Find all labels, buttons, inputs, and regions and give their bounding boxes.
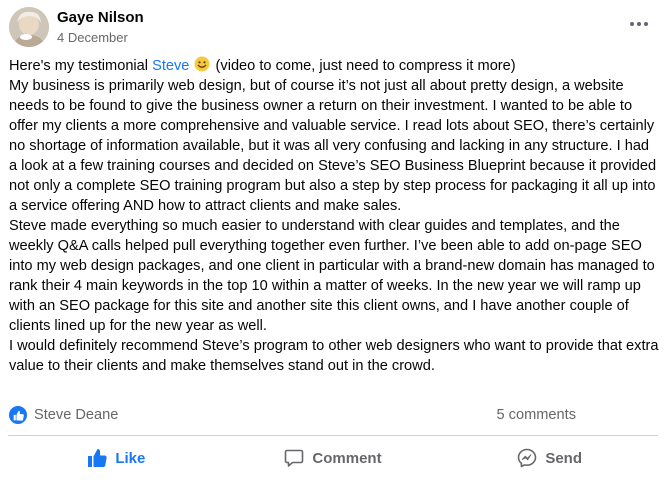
send-label: Send [545,449,583,467]
body-paragraph-2: Steve made everything so much easier to … [9,218,655,334]
reactor-name[interactable]: Steve Deane [34,407,118,423]
action-bar: Like Comment Send [8,440,658,476]
like-icon [88,449,107,467]
post-body: Here's my testimonial Steve (video to co… [9,56,661,376]
reactions-summary[interactable]: Steve Deane [9,406,118,424]
smiley-icon [194,56,210,72]
more-dots-icon [630,22,634,26]
comment-button[interactable]: Comment [225,440,442,476]
more-options-button[interactable] [628,14,650,34]
send-button[interactable]: Send [441,440,658,476]
messenger-icon [518,448,537,468]
comment-label: Comment [312,449,382,467]
comments-count[interactable]: 5 comments [497,407,576,423]
avatar[interactable] [9,7,49,47]
post-date[interactable]: 4 December [57,30,128,45]
body-paragraph-1: My business is primarily web design, but… [9,78,657,214]
thumbs-up-icon [9,406,27,424]
post-card: Gaye Nilson 4 December Here's my testimo… [0,0,667,484]
like-button[interactable]: Like [8,440,225,476]
divider [8,435,658,436]
intro-line: Here's my testimonial Steve (video to co… [9,56,516,74]
body-paragraph-3: I would definitely recommend Steve’s pro… [9,338,659,374]
comment-bubble-icon [285,449,304,467]
mention-link[interactable]: Steve [152,58,189,74]
like-label: Like [115,449,146,467]
author-name[interactable]: Gaye Nilson [57,9,144,26]
